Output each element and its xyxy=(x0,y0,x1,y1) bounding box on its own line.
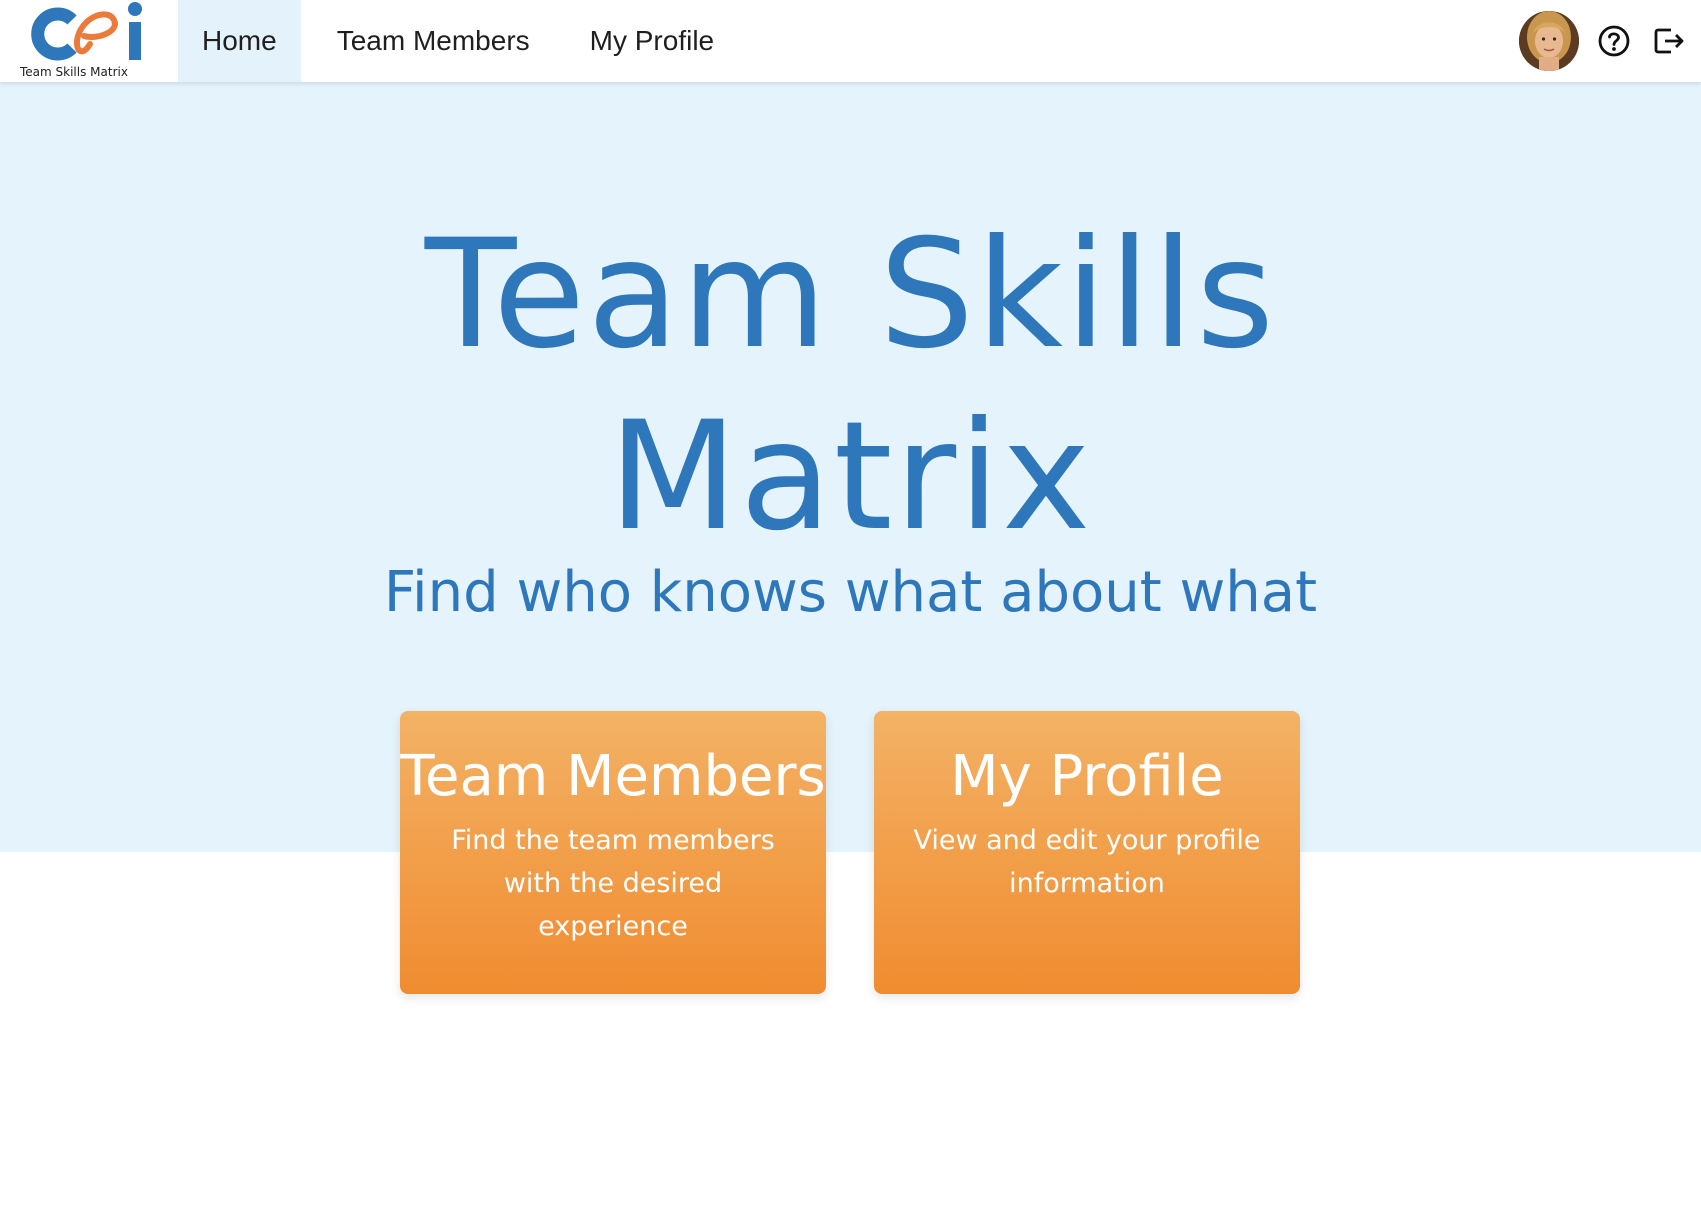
nav-tab-team-members[interactable]: Team Members xyxy=(313,0,554,82)
hero-subtitle: Find who knows what about what xyxy=(383,560,1318,625)
hero-title-line-1: Team Skills xyxy=(424,208,1277,382)
hero-title: Team Skills Matrix xyxy=(0,204,1701,568)
card-description: Find the team members with the desired e… xyxy=(451,825,775,942)
cei-logo-icon xyxy=(31,2,142,61)
avatar-portrait-icon xyxy=(1519,11,1579,71)
main-nav: Home Team Members My Profile xyxy=(178,0,738,82)
header-actions xyxy=(1519,0,1701,82)
nav-tab-my-profile[interactable]: My Profile xyxy=(566,0,738,82)
card-title: Team Members xyxy=(400,744,826,809)
logout-icon[interactable] xyxy=(1649,22,1687,60)
card-description: View and edit your profile information xyxy=(913,825,1261,899)
team-members-card[interactable]: Team Members Find the team members with … xyxy=(400,711,826,994)
app-logo[interactable]: Team Skills Matrix xyxy=(12,0,162,82)
hero-section: Team Skills Matrix Find who knows what a… xyxy=(0,82,1701,852)
my-profile-card[interactable]: My Profile View and edit your profile in… xyxy=(874,711,1300,994)
card-title: My Profile xyxy=(950,744,1224,809)
hero-title-line-2: Matrix xyxy=(608,390,1093,564)
help-circle-icon[interactable] xyxy=(1595,22,1633,60)
top-navigation-bar: Team Skills Matrix Home Team Members My … xyxy=(0,0,1701,82)
logo-caption: Team Skills Matrix xyxy=(20,65,128,79)
user-avatar[interactable] xyxy=(1519,11,1579,71)
nav-tab-home[interactable]: Home xyxy=(178,0,301,82)
